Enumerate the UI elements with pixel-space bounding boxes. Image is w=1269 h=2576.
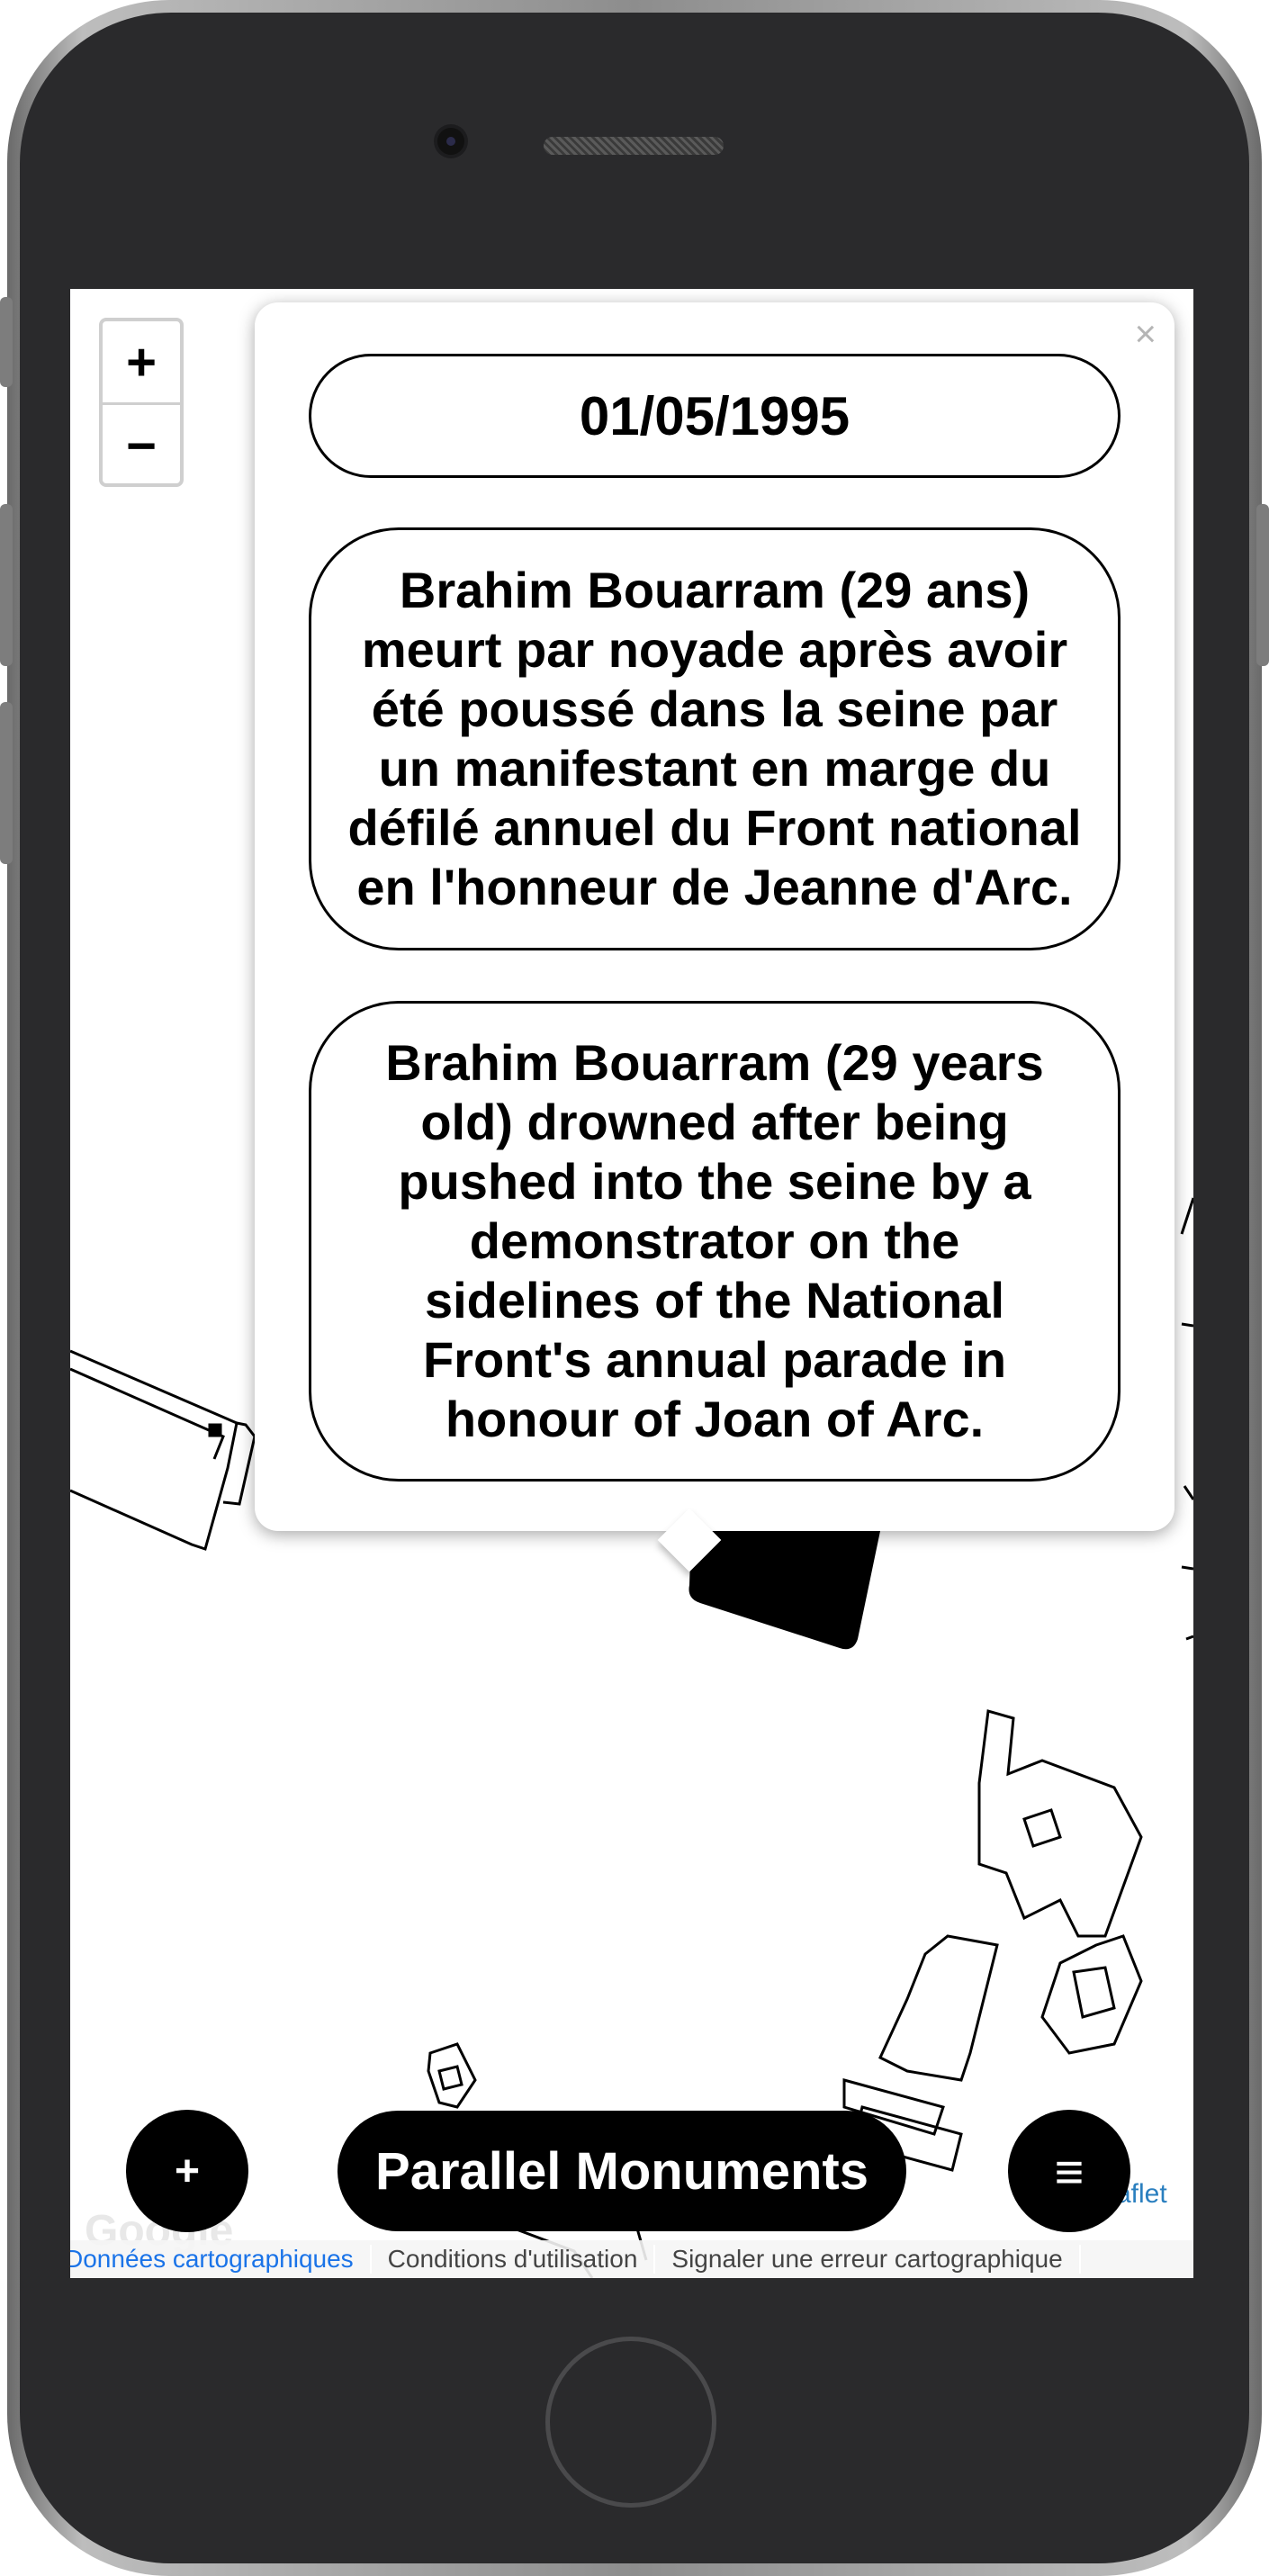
volume-down-button xyxy=(0,702,13,864)
front-camera xyxy=(437,128,464,155)
building-outline xyxy=(437,2065,464,2091)
event-popup: × 01/05/1995 Brahim Bouarram (29 ans) me… xyxy=(255,302,1174,1572)
building-outline xyxy=(1040,1934,1143,2055)
zoom-control: + − xyxy=(99,318,184,487)
close-icon[interactable]: × xyxy=(1134,315,1156,353)
report-error-link[interactable]: Signaler une erreur cartographique xyxy=(655,2245,1081,2274)
building-outline xyxy=(70,1367,225,1460)
earpiece-speaker xyxy=(544,137,724,155)
map-attribution-bar: Données cartographiques Conditions d'uti… xyxy=(70,2240,1193,2278)
power-button xyxy=(1256,504,1269,666)
volume-up-button xyxy=(0,504,13,666)
building-outline xyxy=(1185,1635,1193,1641)
zoom-in-button[interactable]: + xyxy=(103,321,180,405)
event-description-en: Brahim Bouarram (29 years old) drowned a… xyxy=(309,1001,1120,1482)
building-outline xyxy=(1181,1322,1193,1328)
building-outline xyxy=(427,2042,477,2109)
building-outline xyxy=(878,1934,999,2082)
add-button[interactable]: + xyxy=(126,2110,248,2232)
app-screen: + − × 01/05/1995 Brahim Bouarram (29 ans… xyxy=(70,289,1193,2278)
terms-link[interactable]: Conditions d'utilisation xyxy=(372,2245,656,2274)
app-title-button[interactable]: Parallel Monuments xyxy=(338,2111,906,2231)
building-outline xyxy=(1183,1485,1193,1500)
event-description-fr: Brahim Bouarram (29 ans) meurt par noyad… xyxy=(309,527,1120,950)
building-filled xyxy=(688,1531,880,1650)
zoom-out-button[interactable]: − xyxy=(103,405,180,486)
phone-frame: + − × 01/05/1995 Brahim Bouarram (29 ans… xyxy=(0,0,1269,2576)
building-outline xyxy=(1181,1565,1193,1571)
building-outline xyxy=(1180,1197,1193,1235)
building-outline xyxy=(977,1709,1143,1938)
building-outline xyxy=(208,1423,222,1437)
event-date: 01/05/1995 xyxy=(309,354,1120,478)
menu-button[interactable]: ≡ xyxy=(1008,2110,1130,2232)
home-button[interactable] xyxy=(545,2337,716,2508)
map-data-link[interactable]: Données cartographiques xyxy=(70,2245,372,2274)
silent-switch xyxy=(0,297,13,387)
building-outline xyxy=(1022,1808,1062,1848)
building-outline xyxy=(1072,1966,1116,2019)
